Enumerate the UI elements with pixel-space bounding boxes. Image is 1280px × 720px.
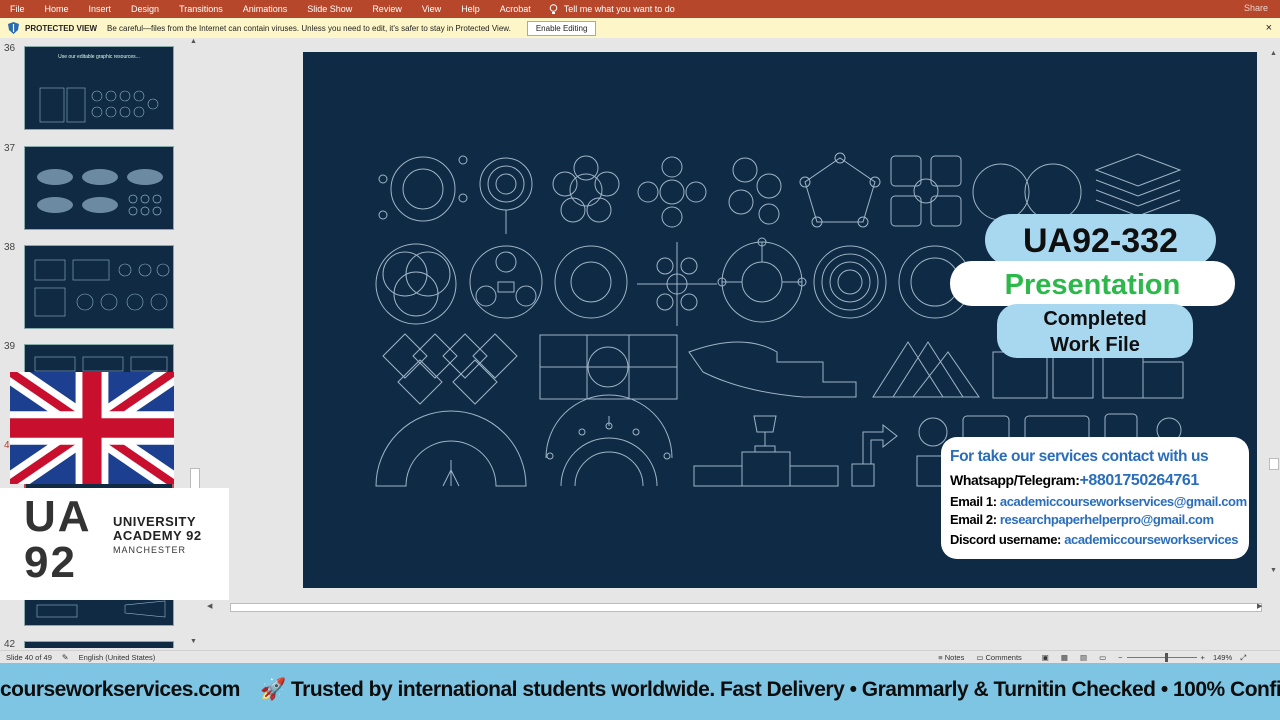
lightbulb-icon [549,3,558,14]
zoom-out-icon[interactable]: − [1118,653,1122,662]
tell-me-label: Tell me what you want to do [563,4,675,14]
scroll-up-icon[interactable]: ▲ [190,38,197,45]
tab-acrobat[interactable]: Acrobat [490,4,541,14]
slide-vertical-scrollbar[interactable]: ▲ ▼ [1268,38,1280,600]
shield-icon [8,22,19,34]
scroll-up-icon[interactable]: ▲ [1270,50,1277,57]
slide-thumbnail-36[interactable]: Use our editable graphic resources... [24,46,174,130]
tab-file[interactable]: File [0,4,35,14]
whatsapp-row: Whatsapp/Telegram:+8801750264761 [950,472,1199,490]
logo-line-2: ACADEMY 92 [113,528,202,543]
thumb-number: 42 [4,639,16,648]
tab-insert[interactable]: Insert [79,4,122,14]
comments-button[interactable]: ▭ Comments [976,653,1021,662]
scrollbar-thumb[interactable] [1269,458,1279,470]
protected-view-title: PROTECTED VIEW [25,23,98,33]
email2-label: Email 2: [950,512,997,527]
tab-help[interactable]: Help [451,4,490,14]
tab-view[interactable]: View [412,4,451,14]
presentation-pill: Presentation [950,261,1235,306]
scroll-down-icon[interactable]: ▼ [190,638,197,645]
status-bar: Slide 40 of 49 ✎ English (United States)… [0,650,1280,664]
thumb-number: 39 [4,341,16,352]
notes-button[interactable]: ≡ Notes [938,653,964,662]
tab-animations[interactable]: Animations [233,4,298,14]
thumb-graphics [39,87,159,123]
course-code-pill: UA92-332 [985,214,1216,266]
promo-ticker: courseworkservices.com 🚀 Trusted by inte… [0,663,1280,720]
slideshow-icon[interactable]: ▭ [1099,653,1106,662]
notes-label: Notes [944,653,965,662]
logo-mark: UA 92 [24,492,105,587]
logo-line-1: UNIVERSITY [113,514,197,529]
slide-thumbnail-42[interactable] [24,641,174,648]
tab-home[interactable]: Home [35,4,79,14]
whatsapp-label: Whatsapp/Telegram: [950,472,1080,488]
slide-counter: Slide 40 of 49 [6,653,52,662]
uk-flag-image [10,372,174,484]
discord-value: academiccourseworkservices [1064,532,1239,547]
fit-slide-icon[interactable]: ⤢ [1240,653,1246,663]
tab-transitions[interactable]: Transitions [169,4,233,14]
tab-design[interactable]: Design [121,4,169,14]
contact-card: For take our services contact with us Wh… [941,437,1249,559]
email1-label: Email 1: [950,494,997,509]
scrollbar-thumb[interactable] [190,468,200,490]
email1-row: Email 1: academiccourseworkservices@gmai… [950,494,1247,509]
tab-slide-show[interactable]: Slide Show [297,4,362,14]
tell-me-box[interactable]: Tell me what you want to do [549,3,675,15]
share-button[interactable]: Share [1244,3,1268,13]
tab-review[interactable]: Review [362,4,412,14]
thumb-number: 37 [4,143,16,154]
thumb-number: 36 [4,43,16,54]
scroll-down-icon[interactable]: ▼ [1270,567,1277,574]
scroll-right-icon[interactable]: ▶ [1257,602,1262,610]
thumb-graphics [34,259,170,317]
slide-thumbnail-37[interactable] [24,146,174,230]
zoom-slider-thumb[interactable] [1164,653,1168,662]
contact-heading: For take our services contact with us [950,448,1209,465]
completed-work-pill: Completed Work File [997,304,1193,358]
reading-view-icon[interactable]: ▤ [1080,653,1087,662]
ticker-right-text: 🚀 Trusted by international students worl… [260,678,1280,701]
slide-horizontal-scrollbar[interactable]: ◀ ▶ [205,601,1268,613]
zoom-slider[interactable] [1126,653,1197,662]
discord-row: Discord username: academiccourseworkserv… [950,532,1238,547]
whatsapp-value: +8801750264761 [1079,472,1199,489]
discord-label: Discord username: [950,532,1061,547]
comments-label: Comments [985,653,1022,662]
protected-view-bar: PROTECTED VIEW Be careful—files from the… [0,18,1280,39]
thumb-world-maps [37,169,163,216]
protected-view-message: Be careful—files from the Internet can c… [107,23,511,33]
scroll-left-icon[interactable]: ◀ [207,602,212,610]
ticker-left-text: courseworkservices.com [0,678,240,701]
zoom-level[interactable]: 149% [1213,653,1232,662]
email2-value: researchpaperhelperpro@gmail.com [999,512,1214,527]
close-icon[interactable]: × [1266,22,1272,34]
university-logo: UA 92 UNIVERSITY ACADEMY 92 MANCHESTER [0,488,229,600]
ribbon-bar: File Home Insert Design Transitions Anim… [0,0,1280,18]
zoom-in-icon[interactable]: + [1201,653,1205,662]
scrollbar-thumb[interactable] [230,603,1262,612]
logo-line-3: MANCHESTER [113,545,187,555]
email2-row: Email 2: researchpaperhelperpro@gmail.co… [950,512,1214,527]
enable-editing-button[interactable]: Enable Editing [526,20,597,36]
normal-view-icon[interactable]: ▣ [1042,653,1049,662]
language-indicator[interactable]: English (United States) [79,653,156,662]
spellcheck-icon[interactable]: ✎ [62,653,69,662]
completed-label: Completed [1043,308,1147,330]
slide-thumbnail-38[interactable] [24,245,174,329]
thumb-number: 38 [4,242,16,253]
slide-sorter-icon[interactable]: ▦ [1061,653,1068,662]
email1-value: academiccourseworkservices@gmail.com [999,494,1247,509]
work-file-label: Work File [1050,334,1140,356]
